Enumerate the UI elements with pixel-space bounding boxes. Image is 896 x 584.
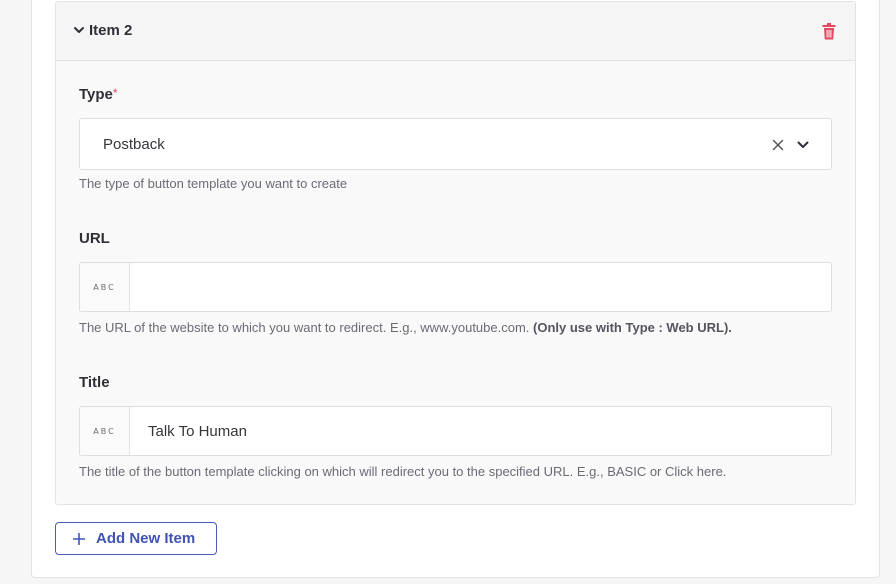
title-label: Title bbox=[79, 374, 110, 391]
url-help-text: The URL of the website to which you want… bbox=[79, 320, 530, 335]
url-help-note: (Only use with Type : Web URL). bbox=[533, 320, 732, 335]
type-select[interactable]: Postback bbox=[79, 118, 832, 170]
title-help: The title of the button template clickin… bbox=[79, 464, 727, 479]
text-prefix-icon: ABC bbox=[80, 263, 130, 311]
type-help: The type of button template you want to … bbox=[79, 176, 348, 191]
trash-icon[interactable] bbox=[822, 23, 836, 40]
type-label-text: Type bbox=[79, 86, 113, 103]
type-label: Type* bbox=[79, 86, 118, 103]
title-field: ABC bbox=[79, 406, 832, 456]
add-new-item-label: Add New Item bbox=[96, 530, 196, 547]
plus-icon bbox=[73, 532, 85, 545]
item-header[interactable]: Item 2 bbox=[56, 2, 855, 61]
add-new-item-button[interactable]: Add New Item bbox=[55, 522, 217, 555]
url-help: The URL of the website to which you want… bbox=[79, 320, 732, 335]
required-mark: * bbox=[112, 86, 118, 100]
url-input[interactable] bbox=[131, 263, 831, 311]
item-title: Item 2 bbox=[89, 22, 133, 39]
title-input[interactable] bbox=[131, 407, 831, 455]
chevron-down-icon[interactable] bbox=[797, 140, 809, 150]
item-panel: Item 2 Type* Postback The type of button… bbox=[55, 1, 856, 505]
text-prefix-icon: ABC bbox=[80, 407, 130, 455]
chevron-down-icon[interactable] bbox=[73, 24, 85, 36]
close-icon[interactable] bbox=[772, 139, 784, 151]
type-select-value: Postback bbox=[103, 136, 165, 153]
url-label: URL bbox=[79, 230, 110, 247]
url-field: ABC bbox=[79, 262, 832, 312]
